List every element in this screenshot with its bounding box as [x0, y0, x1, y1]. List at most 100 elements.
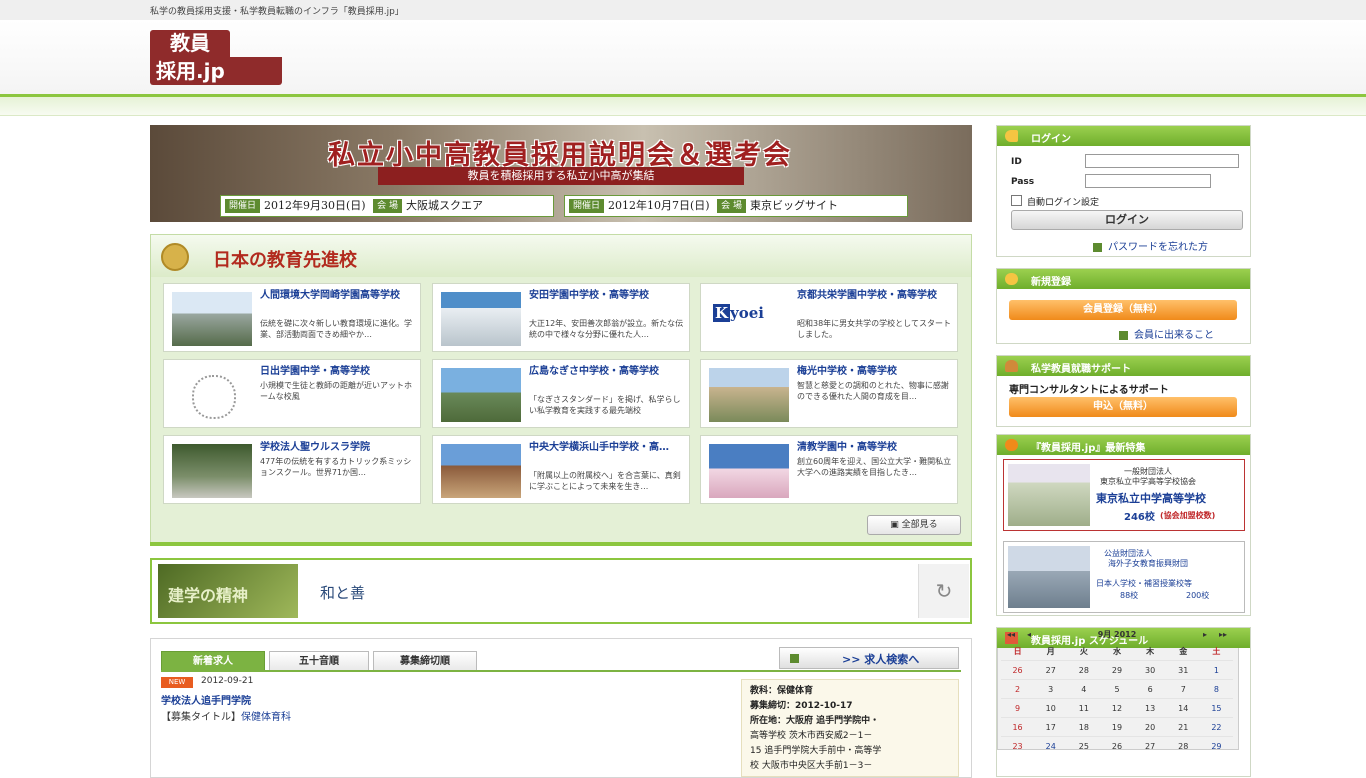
site-tagline: 私学の教員採用支援・私学教員転職のインフラ「教員採用.jp」: [150, 7, 404, 17]
member-benefits-link[interactable]: 会員に出来ること: [1119, 326, 1214, 341]
calendar-day[interactable]: 17: [1034, 717, 1068, 737]
calendar-day[interactable]: 10: [1034, 698, 1068, 718]
refresh-icon[interactable]: ↻: [918, 564, 969, 618]
prev-month-icon[interactable]: ◂: [1027, 628, 1031, 642]
login-button[interactable]: ログイン: [1011, 210, 1243, 230]
school-card[interactable]: 人間環境大学岡崎学園高等学校 伝統を礎に次々新しい教育環境に進化。学業、部活動両…: [163, 283, 421, 352]
calendar-day[interactable]: 22: [1199, 717, 1233, 737]
school-card[interactable]: 清教学園中・高等学校 創立60周年を迎え、国公立大学・難関私立大学への進路実績を…: [700, 435, 958, 504]
features-header: 『教員採用.jp』最新特集: [997, 435, 1250, 455]
detail-location: 所在地：大阪府 追手門学院中・: [750, 716, 880, 726]
calendar-day[interactable]: 26: [1100, 736, 1134, 755]
calendar-day[interactable]: 26: [1001, 660, 1035, 680]
spirit-image: 建学の精神: [158, 564, 298, 618]
calendar: ◂◂ ◂ 9月 2012 ▸ ▸▸ 日 月 火 水 木 金 土 26 27 28…: [997, 628, 1239, 755]
calendar-day[interactable]: 29: [1199, 736, 1233, 755]
school-card[interactable]: 日出学園中学・高等学校 小規模で生徒と教師の距離が近いアットホームな校風: [163, 359, 421, 428]
school-name[interactable]: 梅光中学校・高等学校: [797, 364, 953, 380]
school-card[interactable]: 安田学園中学校・高等学校 大正12年、安田善次郎翁が設立。新たな伝統の中で様々な…: [432, 283, 690, 352]
support-apply-button[interactable]: 申込（無料）: [1009, 397, 1237, 417]
week-row: 2 3 4 5 6 7 8: [1001, 679, 1233, 699]
feature-line: 海外子女教育振興財団: [1108, 559, 1188, 568]
tab-alphabetical[interactable]: 五十音順: [269, 651, 369, 671]
calendar-day[interactable]: 14: [1166, 698, 1200, 718]
register-title: 新規登録: [1031, 277, 1071, 288]
next-month-icon[interactable]: ▸: [1203, 628, 1207, 642]
school-name[interactable]: 安田学園中学校・高等学校: [529, 288, 685, 304]
school-desc: 創立60周年を迎え、国公立大学・難関私立大学への進路実績を目指したき…: [797, 457, 952, 477]
calendar-day[interactable]: 5: [1100, 679, 1134, 699]
tab-new-jobs[interactable]: 新着求人: [161, 651, 265, 671]
calendar-day[interactable]: 27: [1034, 660, 1068, 680]
school-name[interactable]: 広島なぎさ中学校・高等学校: [529, 364, 685, 380]
school-desc: 477年の伝統を有するカトリック系ミッションスクール。世界71か国…: [260, 457, 412, 477]
calendar-day[interactable]: 13: [1133, 698, 1167, 718]
prev-year-icon[interactable]: ◂◂: [1007, 628, 1015, 642]
password-input[interactable]: [1085, 174, 1211, 188]
founding-spirit-box: 建学の精神 和と善 ↻: [150, 558, 972, 624]
calendar-day[interactable]: 2: [1001, 679, 1035, 699]
school-card[interactable]: 中央大学横浜山手中学校・高… 「附属以上の附属校へ」を合言葉に、真剣に学ぶことに…: [432, 435, 690, 504]
id-input[interactable]: [1085, 154, 1239, 168]
calendar-day[interactable]: 12: [1100, 698, 1134, 718]
next-year-icon[interactable]: ▸▸: [1219, 628, 1227, 642]
calendar-day[interactable]: 23: [1001, 736, 1035, 755]
calendar-day[interactable]: 19: [1100, 717, 1134, 737]
school-name[interactable]: 日出学園中学・高等学校: [260, 364, 416, 380]
calendar-day[interactable]: 7: [1166, 679, 1200, 699]
site-logo[interactable]: 教員 採用.jp: [150, 30, 282, 86]
calendar-day[interactable]: 27: [1133, 736, 1167, 755]
event-venue-label: 会 場: [373, 199, 402, 213]
school-photo: [172, 444, 252, 498]
school-desc: 小規模で生徒と教師の距離が近いアットホームな校風: [260, 381, 412, 401]
calendar-day[interactable]: 15: [1199, 698, 1233, 718]
see-all-button[interactable]: ▣ 全部見る: [867, 515, 961, 535]
calendar-day[interactable]: 18: [1067, 717, 1101, 737]
forgot-password-link[interactable]: パスワードを忘れた方: [1093, 238, 1208, 253]
school-name[interactable]: 人間環境大学岡崎学園高等学校: [260, 288, 416, 304]
calendar-day[interactable]: 28: [1067, 660, 1101, 680]
job-search-link[interactable]: >> 求人検索へ: [779, 647, 959, 669]
auto-login-label: 自動ログイン設定: [1027, 198, 1100, 208]
calendar-day[interactable]: 29: [1100, 660, 1134, 680]
week-row: 26 27 28 29 30 31 1: [1001, 660, 1233, 680]
calendar-day[interactable]: 24: [1034, 736, 1068, 755]
school-card[interactable]: 梅光中学校・高等学校 智慧と慈愛との調和のとれた、物事に感謝のできる優れた人間の…: [700, 359, 958, 428]
calendar-day[interactable]: 1: [1199, 660, 1233, 680]
school-photo: [709, 444, 789, 498]
calendar-day[interactable]: 20: [1133, 717, 1167, 737]
calendar-day[interactable]: 31: [1166, 660, 1200, 680]
school-card[interactable]: 広島なぎさ中学校・高等学校 「なぎさスタンダード」を掲げ、私学らしい私学教育を実…: [432, 359, 690, 428]
auto-login-checkbox[interactable]: [1011, 195, 1022, 206]
tab-deadline[interactable]: 募集締切順: [373, 651, 477, 671]
school-name[interactable]: 京都共栄学園中学校・高等学校: [797, 288, 953, 304]
calendar-day[interactable]: 6: [1133, 679, 1167, 699]
calendar-day[interactable]: 16: [1001, 717, 1035, 737]
calendar-day[interactable]: 25: [1067, 736, 1101, 755]
job-school-link[interactable]: 学校法人追手門学院: [161, 692, 251, 707]
calendar-day[interactable]: 8: [1199, 679, 1233, 699]
school-name[interactable]: 中央大学横浜山手中学校・高…: [529, 440, 685, 456]
calendar-day[interactable]: 21: [1166, 717, 1200, 737]
school-card[interactable]: Kyoei 京都共栄学園中学校・高等学校 昭和38年に男女共学の学校としてスター…: [700, 283, 958, 352]
calendar-day[interactable]: 9: [1001, 698, 1035, 718]
feature-overseas[interactable]: 公益財団法人 海外子女教育振興財団 日本人学校・補習授業校等 88校 200校: [1003, 541, 1245, 613]
job-category-link[interactable]: 保健体育科: [241, 712, 291, 723]
schools-title: 日本の教育先進校: [213, 250, 357, 271]
calendar-day[interactable]: 3: [1034, 679, 1068, 699]
feature-tokyo[interactable]: 一般財団法人 東京私立中学高等学校協会 東京私立中学高等学校 246校 (協会加…: [1003, 459, 1245, 531]
calendar-day[interactable]: 11: [1067, 698, 1101, 718]
calendar-day[interactable]: 30: [1133, 660, 1167, 680]
weekday-label: 日: [1013, 646, 1022, 656]
school-name[interactable]: 学校法人聖ウルスラ学院: [260, 440, 416, 456]
feature-headline: 東京私立中学高等学校: [1096, 492, 1206, 505]
school-card[interactable]: 学校法人聖ウルスラ学院 477年の伝統を有するカトリック系ミッションスクール。世…: [163, 435, 421, 504]
school-desc: 「なぎさスタンダード」を掲げ、私学らしい私学教育を実践する最先端校: [529, 395, 681, 415]
week-row: 9 10 11 12 13 14 15: [1001, 698, 1233, 718]
register-button[interactable]: 会員登録（無料）: [1009, 300, 1237, 320]
calendar-day[interactable]: 4: [1067, 679, 1101, 699]
event-banner[interactable]: 私立小中高教員採用説明会＆選考会 教員を積極採用する私立小中高が集結 開催日 20…: [150, 125, 972, 222]
logo-line1: 教員: [150, 30, 230, 57]
calendar-day[interactable]: 28: [1166, 736, 1200, 755]
school-name[interactable]: 清教学園中・高等学校: [797, 440, 953, 456]
